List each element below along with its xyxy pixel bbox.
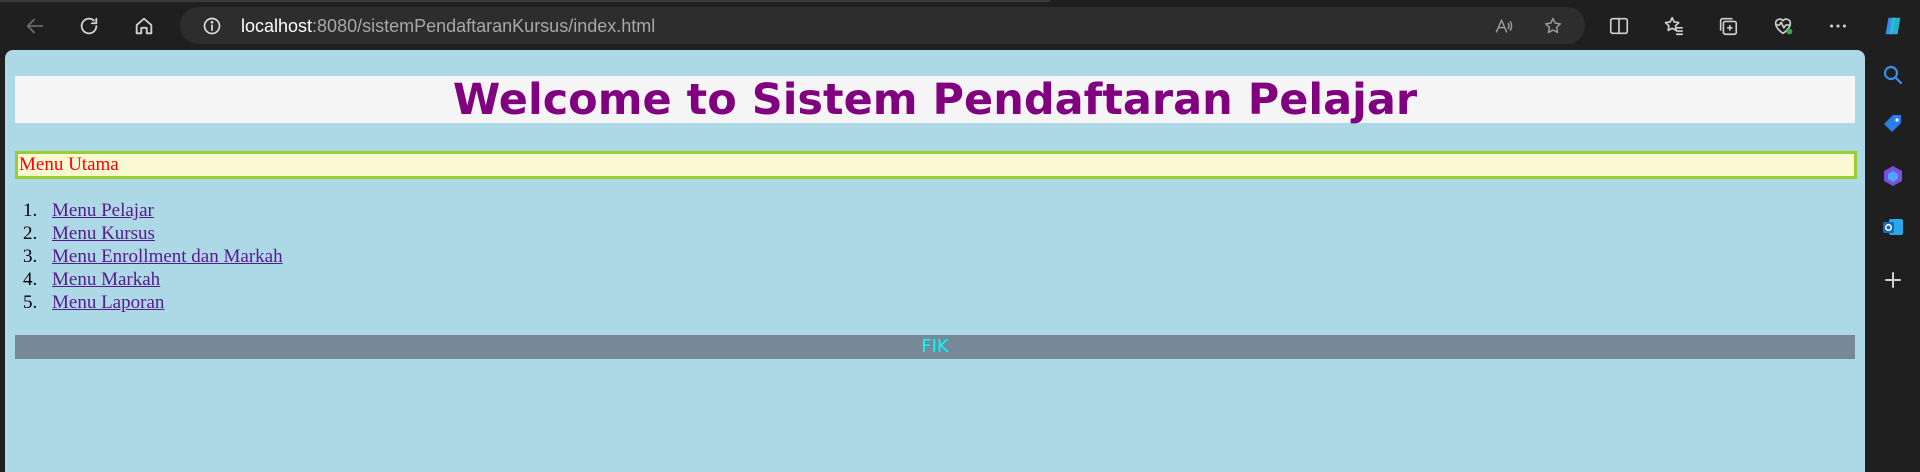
split-screen-icon: [1609, 17, 1629, 35]
menu-laporan-link[interactable]: Menu Laporan: [52, 292, 164, 313]
add-icon: [1885, 272, 1901, 288]
list-item: 5. Menu Laporan: [23, 291, 283, 314]
list-item: 1. Menu Pelajar: [23, 199, 283, 222]
url-path: :8080/sistemPendaftaranKursus/index.html: [312, 16, 656, 36]
sidebar-outlook-button[interactable]: [1880, 214, 1906, 240]
star-icon: [1544, 17, 1562, 34]
browser-essentials-button[interactable]: [1766, 9, 1800, 43]
list-item-number: 4.: [23, 269, 38, 290]
list-item-number: 5.: [23, 292, 38, 313]
read-aloud-icon: [1495, 19, 1513, 33]
copilot-button[interactable]: [1876, 9, 1910, 43]
menu-kursus-link[interactable]: Menu Kursus: [52, 223, 155, 244]
page-title: Welcome to Sistem Pendaftaran Pelajar: [452, 75, 1418, 125]
site-info-button[interactable]: [201, 15, 223, 37]
favorites-button[interactable]: [1657, 9, 1691, 43]
url-text[interactable]: localhost:8080/sistemPendaftaranKursus/i…: [241, 16, 655, 36]
menu-pelajar-link[interactable]: Menu Pelajar: [52, 200, 154, 221]
collections-button[interactable]: [1711, 9, 1745, 43]
list-item: 3. Menu Enrollment dan Markah: [23, 245, 283, 268]
sidebar-search-button[interactable]: [1880, 62, 1906, 88]
sidebar-add-button[interactable]: [1880, 267, 1906, 293]
info-icon: [203, 17, 221, 35]
games-icon: [1884, 166, 1902, 186]
main-menu-list: 1. Menu Pelajar 2. Menu Kursus 3. Menu Enro…: [23, 199, 283, 314]
browser-toolbar: localhost:8080/sistemPendaftaranKursus/i…: [0, 0, 1920, 50]
refresh-button[interactable]: [72, 9, 106, 43]
menu-markah-link[interactable]: Menu Markah: [52, 269, 160, 290]
arrow-left-icon: [26, 18, 44, 34]
home-icon: [135, 17, 153, 35]
search-icon: [1883, 65, 1903, 85]
page-viewport: Welcome to Sistem Pendaftaran Pelajar Me…: [5, 50, 1865, 472]
page-header: Welcome to Sistem Pendaftaran Pelajar: [15, 75, 1855, 125]
collections-icon: [1719, 17, 1738, 36]
page-footer: FIK: [15, 335, 1855, 359]
read-aloud-button[interactable]: [1493, 15, 1515, 37]
home-button[interactable]: [127, 9, 161, 43]
list-item-number: 2.: [23, 223, 38, 244]
more-icon: [1830, 24, 1846, 28]
refresh-icon: [80, 17, 98, 35]
edge-sidebar: [1866, 50, 1920, 472]
favorite-button[interactable]: [1542, 15, 1564, 37]
favorites-list-icon: [1664, 16, 1684, 36]
menu-enrollment-markah-link[interactable]: Menu Enrollment dan Markah: [52, 246, 283, 267]
menu-caption: Menu Utama: [15, 151, 1857, 179]
outlook-icon: [1883, 219, 1903, 235]
heart-pulse-icon: [1774, 18, 1793, 35]
copilot-icon: [1885, 17, 1901, 35]
sidebar-games-button[interactable]: [1880, 163, 1906, 189]
list-item: 4. Menu Markah: [23, 268, 283, 291]
list-item-number: 3.: [23, 246, 38, 267]
list-item: 2. Menu Kursus: [23, 222, 283, 245]
tab-strip: [0, 0, 1050, 2]
shopping-tag-icon: [1884, 115, 1901, 132]
back-button[interactable]: [18, 9, 52, 43]
address-bar[interactable]: localhost:8080/sistemPendaftaranKursus/i…: [180, 7, 1585, 44]
sidebar-shopping-button[interactable]: [1880, 111, 1906, 137]
list-item-number: 1.: [23, 200, 38, 221]
split-screen-button[interactable]: [1602, 9, 1636, 43]
more-button[interactable]: [1821, 9, 1855, 43]
url-host: localhost: [241, 16, 313, 36]
